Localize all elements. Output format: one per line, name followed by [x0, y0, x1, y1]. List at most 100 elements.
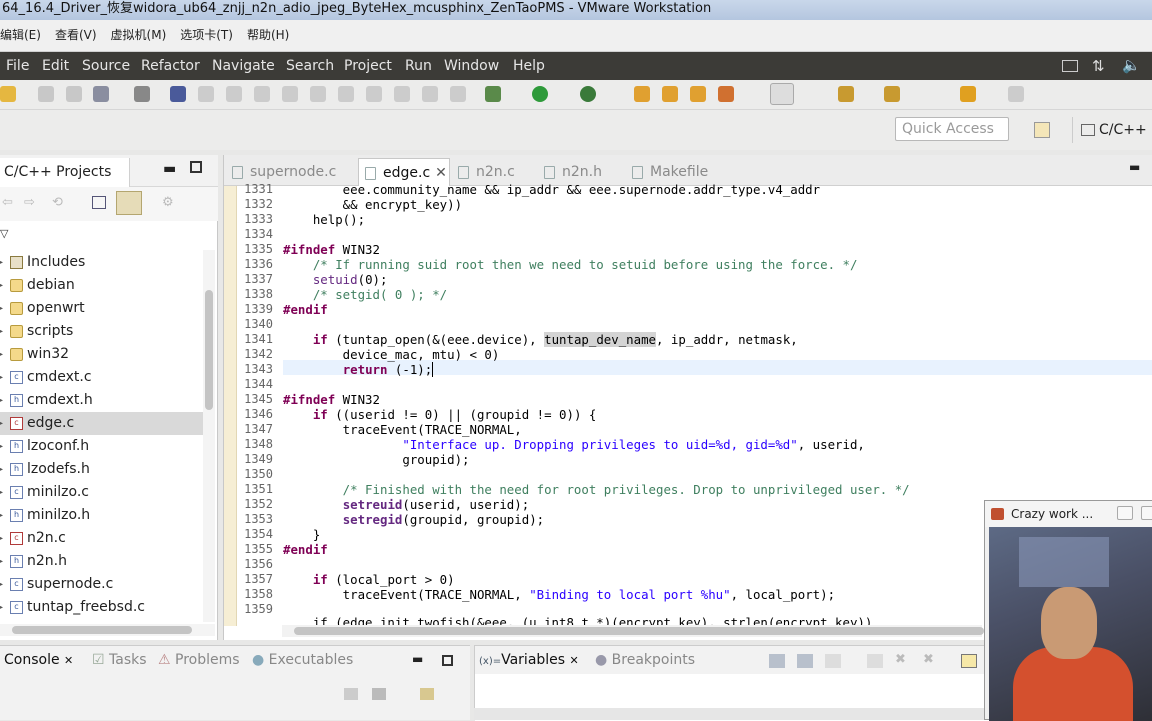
code-line[interactable]: device_mac, mtu) < 0) [283, 347, 500, 362]
step-return-icon[interactable] [366, 86, 382, 102]
code-line[interactable]: if (local_port > 0) [283, 572, 455, 587]
tree-item-debian[interactable]: ▸ debian [0, 274, 204, 297]
webcam-title-bar[interactable]: Crazy work ... [985, 501, 1152, 527]
expand-arrow-icon[interactable]: ▸ [0, 343, 3, 366]
minimize-icon[interactable]: ▬ [412, 652, 423, 666]
scrollbar-thumb[interactable] [12, 626, 192, 634]
quick-access-field[interactable]: Quick Access [895, 117, 1009, 141]
expand-arrow-icon[interactable]: ▸ [0, 527, 3, 550]
tree-item-supernode-c[interactable]: ▸ c supernode.c [0, 573, 204, 596]
new-folder-icon[interactable] [662, 86, 678, 102]
code-line[interactable]: #ifndef WIN32 [283, 242, 380, 257]
menu-file[interactable]: File [6, 58, 29, 74]
forward-nav-icon[interactable]: ⇨ [24, 195, 35, 210]
menu-source[interactable]: Source [82, 58, 130, 74]
display-console-icon[interactable] [372, 688, 386, 700]
expand-arrow-icon[interactable]: ▸ [0, 412, 3, 435]
prev-annotation-icon[interactable] [884, 86, 900, 102]
code-line[interactable]: groupid); [283, 452, 469, 467]
perspective-cpp-button[interactable]: C/C++ [1072, 117, 1152, 143]
tree-item-n2n-c[interactable]: ▸ c n2n.c [0, 527, 204, 550]
remove-icon[interactable]: ✖ [895, 652, 906, 667]
editor-horizontal-scrollbar[interactable] [282, 625, 984, 637]
code-line[interactable]: && encrypt_key)) [283, 197, 462, 212]
scrollbar-thumb[interactable] [294, 627, 984, 635]
scrollbar-thumb[interactable] [205, 290, 213, 410]
vm-menu-edit[interactable]: 编辑(E) [0, 20, 49, 50]
menu-edit[interactable]: Edit [42, 58, 69, 74]
tree-collapse-arrow-icon[interactable]: ▽ [0, 227, 8, 240]
expand-arrow-icon[interactable]: ▸ [0, 596, 3, 619]
code-line[interactable]: traceEvent(TRACE_NORMAL, [283, 422, 522, 437]
show-type-names-icon[interactable] [769, 654, 785, 668]
menu-search[interactable]: Search [286, 58, 334, 74]
up-nav-icon[interactable]: ⟲ [52, 195, 63, 210]
code-line[interactable]: #endif [283, 302, 328, 317]
menu-navigate[interactable]: Navigate [212, 58, 275, 74]
webcam-window[interactable]: Crazy work ... [984, 500, 1152, 721]
code-line[interactable]: traceEvent(TRACE_NORMAL, "Binding to loc… [283, 587, 835, 602]
tab-breakpoints[interactable]: ● Breakpoints [595, 652, 695, 668]
pin-console-icon[interactable] [344, 688, 358, 700]
menu-help[interactable]: Help [513, 58, 545, 74]
tab-tasks[interactable]: ☑ Tasks [92, 652, 147, 668]
tree-item-openwrt[interactable]: ▸ openwrt [0, 297, 204, 320]
expand-arrow-icon[interactable]: ▸ [0, 458, 3, 481]
build-binary-icon[interactable] [134, 86, 150, 102]
terminate-icon[interactable] [254, 86, 270, 102]
collapse-all-icon[interactable] [92, 196, 106, 209]
code-line[interactable]: setreuid(userid, userid); [283, 497, 530, 512]
expand-arrow-icon[interactable]: ▸ [0, 504, 3, 527]
tree-item-edge-c[interactable]: ▸ c edge.c [0, 412, 204, 435]
code-line[interactable]: } [283, 527, 320, 542]
code-line[interactable]: eee.community_name && ip_addr && eee.sup… [283, 182, 820, 197]
project-vertical-scrollbar[interactable] [203, 250, 215, 622]
maximize-icon[interactable] [1141, 506, 1152, 520]
close-icon[interactable]: ✕ [435, 165, 447, 181]
minimize-icon[interactable] [1117, 506, 1133, 520]
tree-item-minilzo-h[interactable]: ▸ h minilzo.h [0, 504, 204, 527]
expand-arrow-icon[interactable]: ▸ [0, 274, 3, 297]
toggle-mark-occurrences-icon[interactable] [770, 83, 794, 105]
expand-arrow-icon[interactable]: ▸ [0, 389, 3, 412]
back-nav-icon[interactable]: ⇦ [2, 195, 13, 210]
vm-menu-tabs[interactable]: 选项卡(T) [174, 20, 241, 50]
tab-problems[interactable]: ⚠ Problems [158, 652, 240, 668]
code-line[interactable]: return (-1);​ [283, 362, 434, 377]
code-line[interactable]: help(); [283, 212, 365, 227]
keyboard-icon[interactable] [1062, 60, 1078, 72]
code-line[interactable]: setregid(groupid, groupid); [283, 512, 544, 527]
tab-variables[interactable]: (x)=Variables ✕ [479, 652, 579, 668]
step-into-icon[interactable] [310, 86, 326, 102]
tree-item-tuntap-freebsd-c[interactable]: ▸ c tuntap_freebsd.c [0, 596, 204, 619]
new-view-icon[interactable] [961, 654, 977, 668]
menu-window[interactable]: Window [444, 58, 499, 74]
debug-icon[interactable] [485, 86, 501, 102]
tree-item-scripts[interactable]: ▸ scripts [0, 320, 204, 343]
add-global-icon[interactable] [867, 654, 883, 668]
project-horizontal-scrollbar[interactable] [0, 624, 215, 636]
code-line[interactable]: if (edge_init_twofish(&eee, (u_int8_t *)… [283, 615, 873, 625]
run-icon[interactable] [532, 86, 548, 102]
use-step-filters-icon[interactable] [450, 86, 466, 102]
forward-icon[interactable] [1008, 86, 1024, 102]
open-console-icon[interactable] [420, 688, 434, 700]
code-line[interactable]: "Interface up. Dropping privileges to ui… [283, 437, 865, 452]
code-line[interactable]: if (tuntap_open(&(eee.device), tuntap_de… [283, 332, 798, 347]
vm-menu-vm[interactable]: 虚拟机(M) [105, 20, 175, 50]
new-cpp-project-icon[interactable] [634, 86, 650, 102]
drop-frame-icon[interactable] [422, 86, 438, 102]
close-icon[interactable]: ✕ [570, 654, 579, 667]
tree-item-minilzo-c[interactable]: ▸ c minilzo.c [0, 481, 204, 504]
tree-item-lzoconf-h[interactable]: ▸ h lzoconf.h [0, 435, 204, 458]
resume-icon[interactable] [198, 86, 214, 102]
minimize-icon[interactable]: ▬ [1129, 160, 1140, 174]
menu-refactor[interactable]: Refactor [141, 58, 200, 74]
run-external-icon[interactable] [580, 86, 596, 102]
tree-item-cmdext-c[interactable]: ▸ c cmdext.c [0, 366, 204, 389]
expand-arrow-icon[interactable]: ▸ [0, 550, 3, 573]
code-line[interactable]: /* If running suid root then we need to … [283, 257, 858, 272]
print-icon[interactable] [93, 86, 109, 102]
code-line[interactable]: #ifndef WIN32 [283, 392, 380, 407]
code-line[interactable]: if ((userid != 0) || (groupid != 0)) { [283, 407, 596, 422]
